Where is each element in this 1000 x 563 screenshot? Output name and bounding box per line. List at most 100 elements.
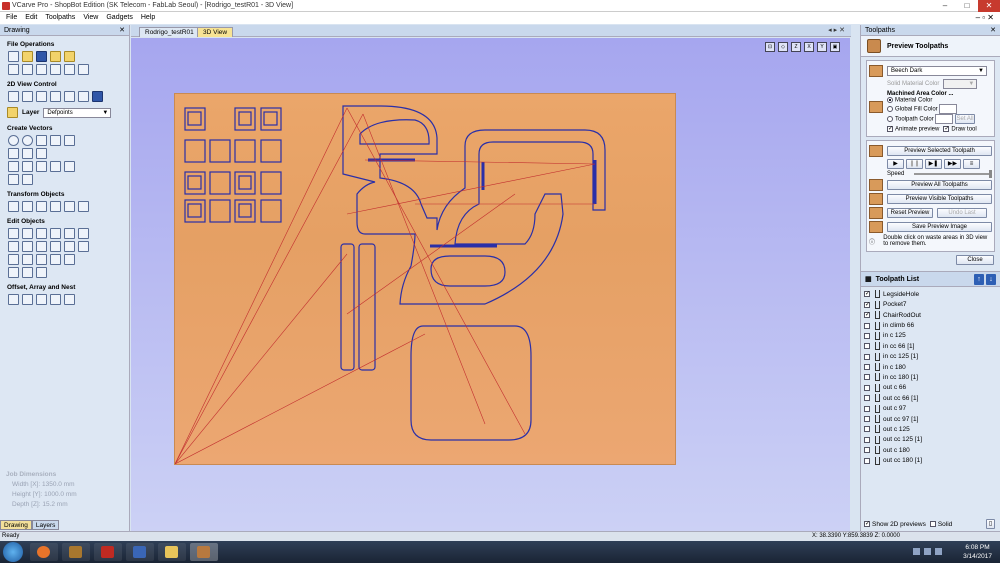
mdi-close-icon[interactable]: – ▫ ✕ [976, 12, 994, 24]
menu-file[interactable]: File [6, 12, 17, 24]
draw-tool-checkbox[interactable]: ✓ Draw tool [943, 125, 977, 132]
toolpath-list-item[interactable]: in climb 66 [864, 320, 1000, 330]
subtract-icon[interactable] [50, 228, 61, 239]
toolpath-list-item[interactable]: in c 125 [864, 331, 1000, 341]
group-icon[interactable] [8, 228, 19, 239]
menu-help[interactable]: Help [141, 12, 155, 24]
export-icon[interactable] [64, 51, 75, 62]
taskbar-pdf[interactable] [94, 543, 122, 561]
import-icon[interactable] [50, 51, 61, 62]
toolpath-list-item[interactable]: in c 180 [864, 362, 1000, 372]
tray-arrow-icon[interactable] [913, 548, 920, 555]
skip-end-icon[interactable]: ▶▶ [944, 159, 961, 170]
close-vector-icon[interactable] [22, 241, 33, 252]
taskbar-vcarve[interactable] [190, 543, 218, 561]
copy-along-icon[interactable] [64, 294, 75, 305]
taskbar-firefox[interactable] [30, 543, 58, 561]
tee-icon[interactable] [64, 254, 75, 265]
start-button[interactable] [3, 542, 23, 562]
toolpath-checkbox[interactable] [864, 343, 870, 350]
pause-icon[interactable]: ❚❚ [906, 159, 923, 170]
arc-icon[interactable] [36, 148, 47, 159]
tray-network-icon[interactable] [924, 548, 931, 555]
ellipse-icon[interactable] [22, 135, 33, 146]
lock-icon[interactable]: ▯ [986, 519, 995, 529]
toolpath-checkbox[interactable] [864, 457, 870, 464]
rotate-icon[interactable] [50, 201, 61, 212]
taskbar-tool[interactable] [126, 543, 154, 561]
dimension-icon[interactable] [50, 161, 61, 172]
open-file-icon[interactable] [22, 51, 33, 62]
toolpath-list-item[interactable]: in cc 125 [1] [864, 352, 1000, 362]
slider-knob[interactable] [989, 170, 992, 179]
radio-global-fill[interactable]: Global Fill Color [887, 103, 975, 114]
taskbar-explorer[interactable] [158, 543, 186, 561]
speed-slider[interactable] [914, 170, 992, 179]
star-icon[interactable] [64, 135, 75, 146]
toolpath-checkbox[interactable] [864, 405, 870, 412]
offset-icon[interactable] [8, 294, 19, 305]
menu-edit[interactable]: Edit [25, 12, 37, 24]
toolpath-list-item[interactable]: out c 97 [864, 403, 1000, 413]
pan-icon[interactable] [64, 91, 75, 102]
tab-icon[interactable] [22, 267, 33, 278]
toolpath-color-select[interactable] [935, 113, 954, 124]
menu-view[interactable]: View [83, 12, 98, 24]
radio-toolpath-color[interactable]: Toolpath Color Set All [887, 113, 976, 124]
pin-icon[interactable]: ✕ [990, 25, 996, 36]
show-2d-previews-checkbox[interactable]: ✓ Show 2D previews [864, 521, 926, 528]
animate-preview-checkbox[interactable]: ✓ Animate preview [887, 125, 939, 132]
join-icon[interactable] [8, 241, 19, 252]
dogbone-icon[interactable] [50, 254, 61, 265]
zoom-icon[interactable] [8, 91, 19, 102]
new-file-icon[interactable] [8, 51, 19, 62]
polyline-icon[interactable] [8, 148, 19, 159]
chamfer-icon[interactable] [36, 254, 47, 265]
3d-viewport[interactable]: ⊡ ◇ Z X Y ▣ [131, 38, 850, 531]
move-up-icon[interactable]: ↑ [974, 274, 984, 286]
toolpath-list-item[interactable]: ✓ Pocket7 [864, 300, 1000, 310]
minimize-button[interactable]: – [934, 0, 956, 12]
toolpath-checkbox[interactable] [864, 332, 870, 339]
job-setup-icon[interactable] [8, 64, 19, 75]
material-board[interactable] [174, 94, 675, 465]
text-on-curve-icon[interactable] [22, 161, 33, 172]
text-arc-icon[interactable] [36, 161, 47, 172]
toolpath-list-item[interactable]: out cc 66 [1] [864, 393, 1000, 403]
toolpath-list-item[interactable]: out cc 180 [1] [864, 455, 1000, 465]
copy-icon[interactable] [36, 64, 47, 75]
layer-select[interactable]: Defpoints ▼ [43, 107, 112, 118]
toolpath-list-item[interactable]: out c 125 [864, 424, 1000, 434]
toolpath-list-item[interactable]: in cc 66 [1] [864, 341, 1000, 351]
toolpath-list-item[interactable]: out c 180 [864, 445, 1000, 455]
toolpath-list-item[interactable]: out c 66 [864, 383, 1000, 393]
circle-icon[interactable] [8, 135, 19, 146]
toolpath-checkbox[interactable]: ✓ [864, 291, 870, 298]
menu-toolpaths[interactable]: Toolpaths [45, 12, 75, 24]
toolpath-checkbox[interactable] [864, 426, 870, 433]
menu-gadgets[interactable]: Gadgets [106, 12, 132, 24]
stop-icon[interactable]: ≡ [963, 159, 980, 170]
clock[interactable]: 6:08 PM 3/14/2017 [963, 543, 992, 561]
tab-controls-icon[interactable]: ◂▸✕ [828, 26, 847, 34]
tab-drawing[interactable]: Drawing [0, 520, 32, 530]
step-icon[interactable]: ▶❚ [925, 159, 942, 170]
fillet-icon[interactable] [22, 174, 33, 185]
solid-checkbox[interactable]: Solid [929, 521, 952, 528]
preview-selected-button[interactable]: Preview Selected Toolpath [887, 146, 992, 157]
pin-icon[interactable]: ✕ [119, 25, 125, 36]
extend-icon[interactable] [64, 241, 75, 252]
preview-visible-button[interactable]: Preview Visible Toolpaths [887, 194, 992, 205]
rectangle-icon[interactable] [36, 135, 47, 146]
toolpath-checkbox[interactable] [864, 374, 870, 381]
close-window-button[interactable]: ✕ [978, 0, 1000, 12]
grid-icon[interactable] [78, 91, 89, 102]
smooth-icon[interactable] [36, 241, 47, 252]
scissors-icon[interactable] [78, 241, 89, 252]
toolpath-checkbox[interactable] [864, 416, 870, 423]
align-icon[interactable] [22, 201, 33, 212]
zoom-in-icon[interactable] [36, 91, 47, 102]
divide-icon[interactable] [36, 267, 47, 278]
circular-array-icon[interactable] [36, 294, 47, 305]
zoom-extents-icon[interactable] [22, 91, 33, 102]
